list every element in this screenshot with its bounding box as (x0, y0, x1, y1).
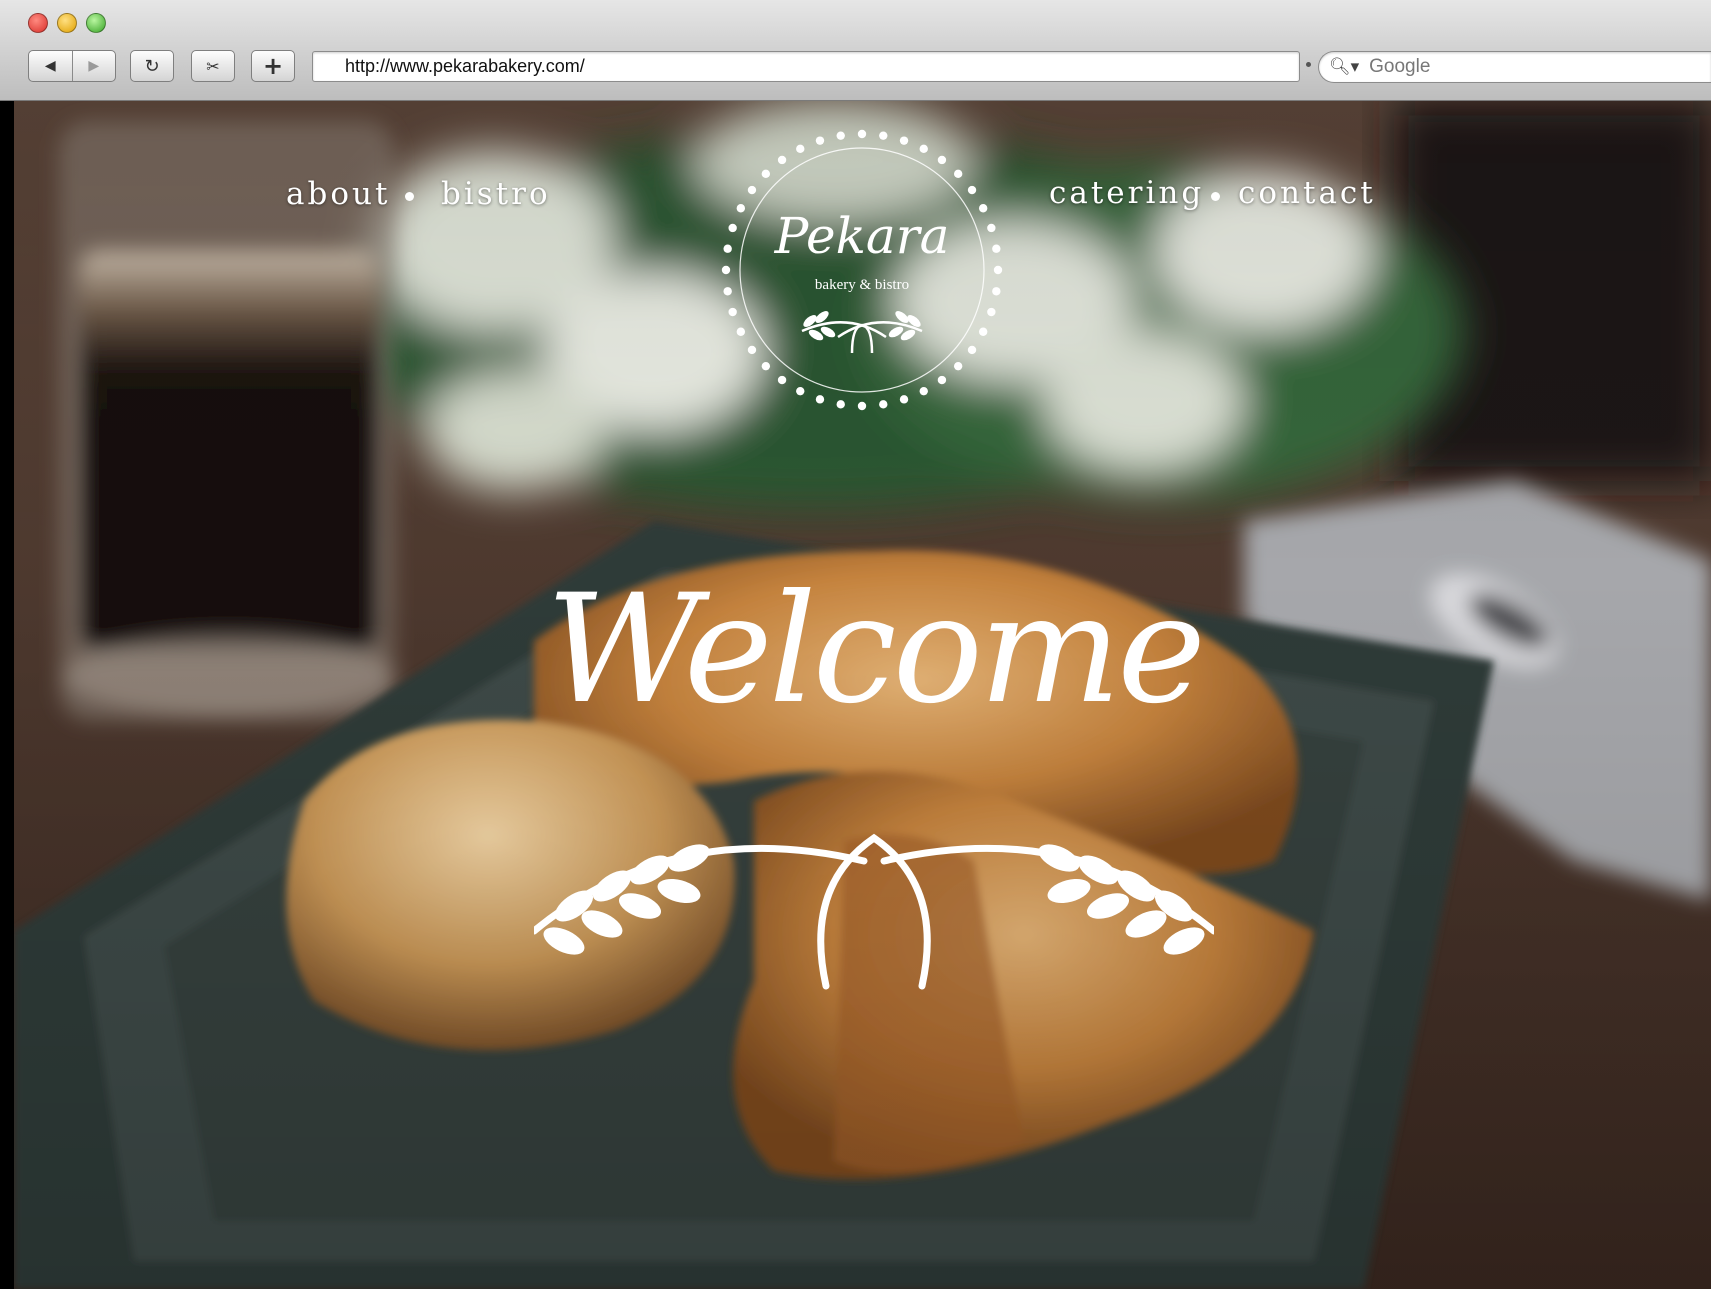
logo-ring-dot (815, 136, 825, 145)
magnifier-icon[interactable]: 🔍︎▾ (1329, 57, 1359, 77)
wheat-leaf (1047, 878, 1091, 904)
logo-ring-dot (761, 169, 771, 179)
logo-ring-dot (723, 244, 732, 253)
logo-ring-dot (953, 361, 963, 371)
wheat-ornament-icon (534, 833, 1214, 990)
window-controls (28, 13, 106, 33)
logo-ring-dot (879, 131, 888, 140)
logo-ring-dot (777, 155, 787, 165)
zoom-window-button[interactable] (86, 13, 106, 33)
logo-ring-dot (796, 386, 805, 396)
wheat-leaf (1163, 927, 1205, 955)
logo-tagline: bakery & bistro (815, 277, 909, 293)
page-viewport: about bistro catering contact Pekara bak… (14, 101, 1711, 1289)
logo-ring-dot (736, 204, 746, 213)
nav-separator-dot (1211, 192, 1220, 201)
logo-ring-dot (777, 375, 787, 385)
logo-ring-dot (993, 265, 1003, 275)
close-window-button[interactable] (28, 13, 48, 33)
reload-button[interactable]: ↻ (130, 50, 174, 82)
logo-ring-dot (836, 131, 845, 140)
logo-ring-dot (899, 395, 909, 404)
plus-icon: + (262, 52, 284, 80)
pekara-logo[interactable]: Pekara bakery & bistro (718, 125, 1006, 415)
hero-heading: Welcome (546, 563, 1202, 737)
logo-ring-dot (919, 144, 928, 154)
logo-ring-dot (747, 345, 757, 355)
logo-ring-dot (723, 287, 732, 296)
logo-name: Pekara (774, 207, 950, 265)
logo-ring-dot (992, 287, 1001, 296)
logo-ring-dot (987, 307, 996, 317)
logo-ring-dot (919, 386, 928, 396)
nav-separator-dot (405, 192, 414, 201)
nav-about-link[interactable]: about (286, 176, 390, 212)
wheat-leaf (668, 844, 710, 872)
address-bar-divider (1306, 62, 1311, 67)
logo-ring-dot (967, 185, 977, 195)
logo-ring-dot (967, 345, 977, 355)
logo-ring-dot (747, 185, 757, 195)
logo-ring-dot (978, 204, 988, 213)
wheat-leaf (618, 893, 662, 919)
browser-toolbar: ◀ ▶ ↻ ✂ + http://www.pekarabakery.com/ 🔍… (0, 0, 1711, 101)
logo-ring-dot (937, 375, 947, 385)
logo-ring-dot (987, 223, 996, 233)
nav-bistro-link[interactable]: bistro (441, 176, 551, 212)
snip-button[interactable]: ✂ (191, 50, 235, 82)
nav-contact-link[interactable]: contact (1238, 175, 1376, 211)
wheat-leaf (657, 878, 701, 904)
wheat-leaf (1086, 893, 1130, 919)
add-bookmark-button[interactable]: + (251, 50, 295, 82)
logo-ring-dot (796, 144, 805, 154)
scissors-icon: ✂ (206, 56, 220, 76)
logo-ring-dot (953, 169, 963, 179)
logo-ring-dot (992, 244, 1001, 253)
wheat-leaf (1038, 844, 1080, 872)
nav-catering-link[interactable]: catering (1049, 175, 1204, 211)
logo-ring-dot (857, 401, 867, 411)
logo-ring-dot (937, 155, 947, 165)
history-navigation: ◀ ▶ (28, 50, 116, 82)
reload-icon: ↻ (144, 55, 160, 77)
logo-ring-dot (736, 327, 746, 336)
logo-ring-dot (728, 307, 737, 317)
logo-ring-dot (978, 327, 988, 336)
search-input[interactable] (1367, 55, 1672, 79)
url-text: http://www.pekarabakery.com/ (345, 56, 585, 76)
logo-ring-dot (836, 400, 845, 409)
logo-ring-dot (721, 265, 731, 275)
minimize-window-button[interactable] (57, 13, 77, 33)
search-field[interactable]: 🔍︎▾ (1318, 51, 1711, 83)
logo-ring-dot (899, 136, 909, 145)
logo-ring-dot (857, 129, 867, 139)
logo-ring-dot (761, 361, 771, 371)
back-arrow-icon[interactable]: ◀ (29, 51, 72, 81)
logo-ring-dot (815, 395, 825, 404)
forward-arrow-icon[interactable]: ▶ (71, 51, 116, 81)
hero-welcome: Welcome (534, 563, 1214, 990)
logo-ring-dot (728, 223, 737, 233)
wheat-leaf (543, 927, 585, 955)
address-bar[interactable]: http://www.pekarabakery.com/ (312, 51, 1300, 82)
logo-ring-dot (879, 400, 888, 409)
